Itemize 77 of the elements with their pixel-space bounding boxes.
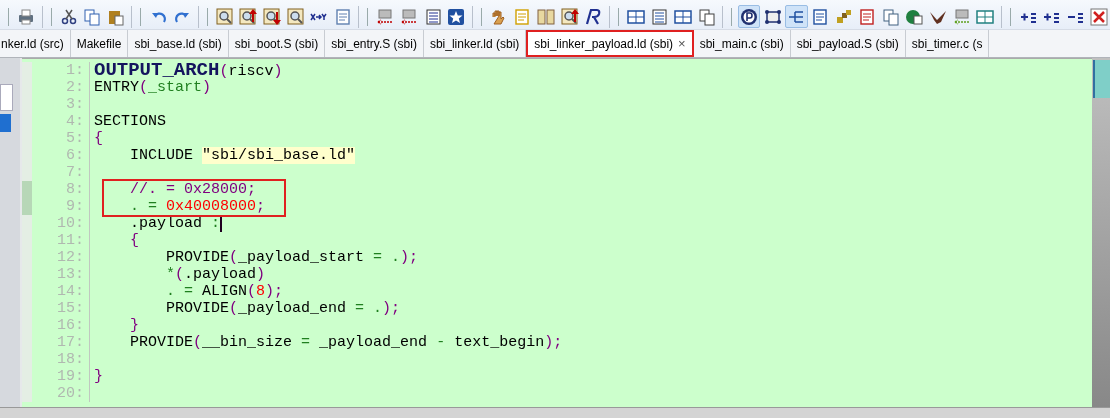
project-button[interactable] — [737, 5, 761, 28]
find-previous-icon — [239, 7, 258, 26]
printer-icon — [17, 7, 36, 26]
code-line: ENTRY(_start) — [94, 79, 212, 96]
line-number: 11: — [56, 232, 84, 249]
file-tab[interactable]: nker.ld (src) — [0, 30, 71, 57]
code-line: } — [94, 368, 103, 385]
frame-icon — [763, 7, 782, 26]
code-line: PROVIDE(_payload_start = .); — [165, 249, 419, 266]
find-previous-button[interactable] — [237, 5, 260, 28]
split-icon — [674, 7, 692, 26]
line-number: 19: — [56, 368, 84, 385]
line-number: 15: — [56, 300, 84, 317]
code-line: } — [129, 317, 139, 334]
code-line: INCLUDE "sbi/sbi_base.ld" — [129, 147, 356, 164]
line-number: 1: — [65, 62, 84, 79]
code-line: . = ALIGN(8); — [165, 283, 284, 300]
code-line: //. = 0x28000; — [129, 181, 257, 198]
code-line: .payload : — [129, 215, 221, 232]
code-line: . = 0x40008000; — [129, 198, 266, 215]
line-number: 16: — [56, 317, 84, 334]
line-number: 17: — [56, 334, 84, 351]
compare-icon — [976, 7, 995, 26]
project-icon — [740, 7, 759, 26]
line-number: 5: — [65, 130, 84, 147]
find-all-icon — [286, 7, 305, 26]
file-tab[interactable]: sbi_payload.S (sbi) — [790, 30, 906, 57]
pages-icon — [881, 7, 900, 26]
find-next-button[interactable] — [260, 5, 284, 28]
code-line: { — [94, 130, 103, 147]
file-tab[interactable]: sbi_linker_payload.ld (sbi) × — [526, 30, 694, 57]
line-number: 13: — [56, 266, 84, 283]
copy-icon — [83, 7, 102, 26]
table-icon — [626, 7, 645, 26]
line-number: 7: — [65, 164, 84, 181]
line-number: 12: — [56, 249, 84, 266]
book-icon — [537, 7, 555, 26]
tree-button[interactable] — [785, 5, 808, 28]
code-line: PROVIDE(_payload_end = .); — [165, 300, 401, 317]
bookmark-icon — [447, 7, 466, 26]
close-all-button[interactable] — [1087, 5, 1110, 28]
line-number: 6: — [65, 147, 84, 164]
find-icon — [215, 7, 234, 26]
code-line: PROVIDE(__bin_size = _payload_end - text_begin); — [129, 334, 563, 351]
line-number: 18: — [56, 351, 84, 368]
sync-right-icon — [400, 7, 418, 26]
line-number: 9: — [65, 198, 84, 215]
file-tab[interactable]: sbi_main.c (sbi) — [693, 30, 791, 57]
script-icon — [584, 7, 603, 26]
file-tab[interactable]: sbi_base.ld (sbi) — [128, 30, 229, 57]
sync-left-icon — [376, 7, 395, 26]
line-number: 14: — [56, 283, 84, 300]
line-number: 8: — [65, 181, 84, 198]
swap-icon — [952, 7, 971, 26]
scissors-icon — [59, 7, 78, 26]
find-next-icon — [263, 7, 281, 26]
code-line: *(.payload) — [165, 266, 266, 283]
code-line: { — [129, 232, 139, 249]
line-number: 20: — [56, 385, 84, 402]
line-number: 4: — [65, 113, 84, 130]
file-tab[interactable]: sbi_boot.S (sbi) — [228, 30, 326, 57]
line-number: 10: — [56, 215, 84, 232]
code-line: SECTIONS — [94, 113, 166, 130]
windows-icon — [697, 7, 716, 26]
list-icon — [650, 7, 669, 26]
blocks-icon — [834, 7, 853, 26]
file-tab[interactable]: Makefile — [70, 30, 129, 57]
code-line: OUTPUT_ARCH(riscv) — [94, 61, 283, 80]
file-tab[interactable]: sbi_timer.c (s — [905, 30, 990, 57]
outline-icon — [423, 7, 442, 26]
close-all-icon — [1089, 7, 1108, 26]
line-number: 3: — [65, 96, 84, 113]
close-icon[interactable]: × — [678, 36, 686, 51]
file-tab[interactable]: sbi_entry.S (sbi) — [325, 30, 424, 57]
line-number: 2: — [65, 79, 84, 96]
minimap-thumb[interactable] — [1093, 60, 1110, 98]
find-all-button[interactable] — [284, 5, 307, 28]
